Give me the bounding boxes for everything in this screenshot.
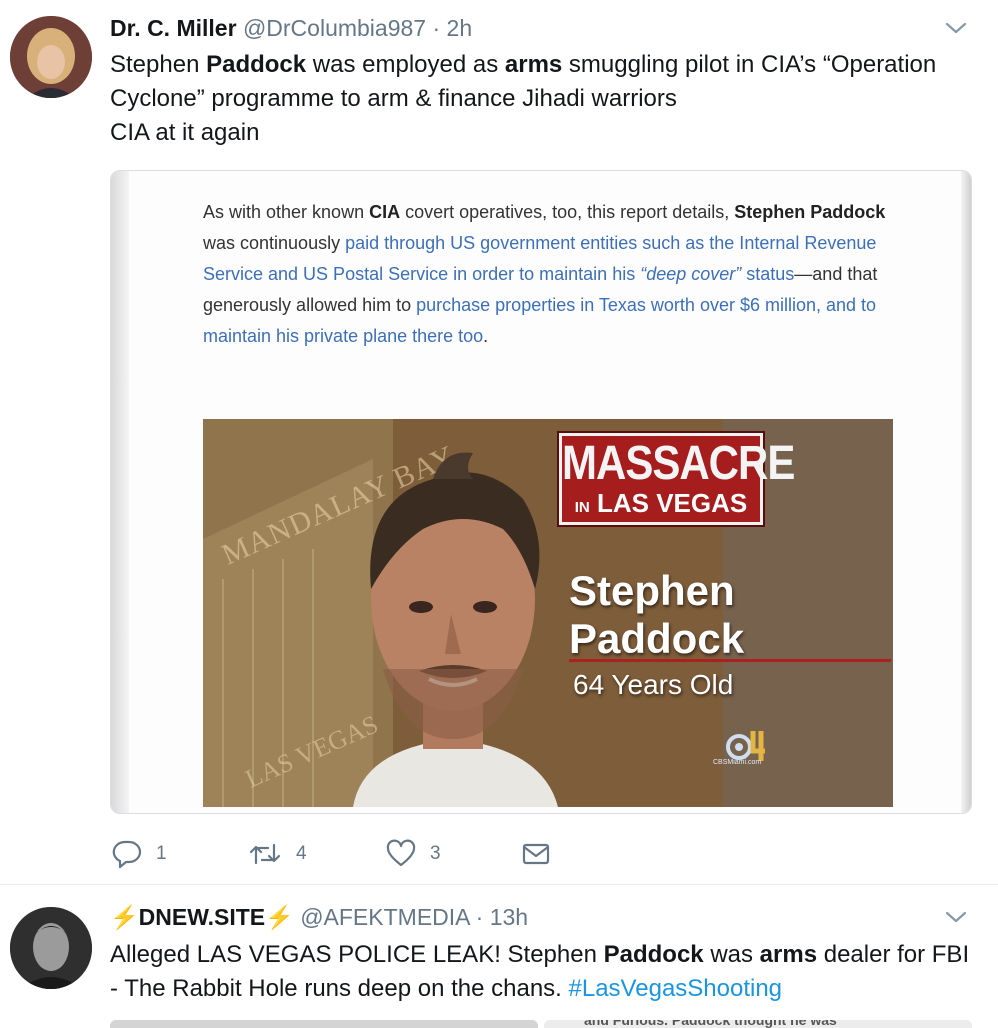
caret-down-icon[interactable] bbox=[944, 905, 968, 929]
article-link: status bbox=[741, 264, 795, 284]
text-bold: Paddock bbox=[603, 941, 704, 968]
card-edge bbox=[111, 171, 129, 813]
text-run: CIA at it again bbox=[110, 119, 260, 146]
text-run: was employed as bbox=[306, 51, 505, 78]
news-banner: MASSACRE IN LAS VEGAS bbox=[557, 431, 795, 527]
preview-snippet: and Furious. Paddock thought he was bbox=[584, 1020, 837, 1028]
like-button[interactable]: 3 bbox=[386, 834, 441, 874]
avatar[interactable] bbox=[10, 907, 92, 989]
author-name[interactable]: Dr. C. Miller bbox=[110, 15, 237, 41]
text-bold: arms bbox=[504, 51, 563, 78]
banner-title: MASSACRE bbox=[562, 435, 795, 490]
text-bold: Paddock bbox=[206, 51, 307, 78]
article-text: was continuously bbox=[203, 233, 346, 253]
article-link-italic: “deep cover” bbox=[640, 264, 742, 284]
like-icon bbox=[386, 839, 416, 867]
portrait bbox=[353, 452, 558, 807]
media-preview[interactable]: and Furious. Paddock thought he was bbox=[544, 1020, 972, 1028]
author-handle[interactable]: @AFEKTMEDIA bbox=[300, 904, 469, 930]
card-edge bbox=[961, 171, 971, 813]
article-text: covert operatives, too, this report deta… bbox=[400, 202, 735, 222]
caption-age: 64 Years Old bbox=[573, 669, 734, 700]
tweet[interactable]: Dr. C. Miller @DrColumbia987 · 2h Stephe… bbox=[0, 0, 998, 884]
avatar[interactable] bbox=[10, 16, 92, 98]
news-photo: MANDALAY BAY LAS VEGAS MASSACRE IN LAS V… bbox=[203, 419, 893, 807]
media-preview[interactable] bbox=[110, 1020, 538, 1028]
caption-last-name: Paddock bbox=[569, 615, 745, 662]
embedded-image-card[interactable]: As with other known CIA covert operative… bbox=[110, 170, 972, 814]
station-url: CBSMiami.com bbox=[713, 759, 762, 766]
banner-subtitle: IN LAS VEGAS bbox=[562, 488, 760, 523]
timestamp[interactable]: 2h bbox=[447, 15, 473, 41]
caption-divider bbox=[569, 659, 891, 662]
caption-first-name: Stephen bbox=[569, 567, 735, 614]
separator: · bbox=[432, 15, 441, 41]
tweet-text: Alleged LAS VEGAS POLICE LEAK! Stephen P… bbox=[110, 938, 970, 1006]
author-name[interactable]: ⚡DNEW.SITE⚡ bbox=[110, 904, 294, 930]
reply-count: 1 bbox=[156, 843, 167, 864]
text-bold: arms bbox=[759, 941, 818, 968]
direct-message-icon bbox=[522, 843, 550, 865]
article-excerpt: As with other known CIA covert operative… bbox=[203, 197, 903, 352]
tweet-actions: 1 4 3 bbox=[110, 834, 710, 874]
tweet-header: ⚡DNEW.SITE⚡ @AFEKTMEDIA · 13h bbox=[110, 903, 528, 931]
tweet-header: Dr. C. Miller @DrColumbia987 · 2h bbox=[110, 14, 472, 42]
reply-icon bbox=[112, 840, 142, 869]
like-count: 3 bbox=[430, 843, 441, 864]
text-run: Stephen bbox=[110, 51, 207, 78]
tweet[interactable]: ⚡DNEW.SITE⚡ @AFEKTMEDIA · 13h Alleged LA… bbox=[0, 884, 998, 1028]
avatar-photo bbox=[10, 907, 92, 989]
caret-down-icon[interactable] bbox=[944, 16, 968, 40]
banner-location: LAS VEGAS bbox=[596, 488, 748, 518]
reply-button[interactable]: 1 bbox=[112, 834, 167, 874]
article-bold: Stephen Paddock bbox=[734, 202, 886, 222]
retweet-icon bbox=[249, 843, 281, 865]
article-text: As with other known bbox=[203, 202, 370, 222]
article-text: . bbox=[483, 326, 489, 346]
hashtag-link[interactable]: #LasVegasShooting bbox=[569, 975, 783, 1002]
direct-message-button[interactable] bbox=[522, 834, 550, 874]
timestamp[interactable]: 13h bbox=[490, 904, 528, 930]
tweet-text: Stephen Paddock was employed as arms smu… bbox=[110, 48, 970, 150]
retweet-count: 4 bbox=[296, 843, 307, 864]
article-bold: CIA bbox=[369, 202, 401, 222]
retweet-button[interactable]: 4 bbox=[248, 834, 307, 874]
author-handle[interactable]: @DrColumbia987 bbox=[243, 15, 426, 41]
banner-in: IN bbox=[574, 499, 590, 516]
text-run: Alleged LAS VEGAS POLICE LEAK! Stephen bbox=[110, 941, 604, 968]
avatar-photo bbox=[10, 16, 92, 98]
separator: · bbox=[475, 904, 484, 930]
text-run: was bbox=[703, 941, 760, 968]
caption-name: Stephen Paddock bbox=[569, 567, 744, 663]
